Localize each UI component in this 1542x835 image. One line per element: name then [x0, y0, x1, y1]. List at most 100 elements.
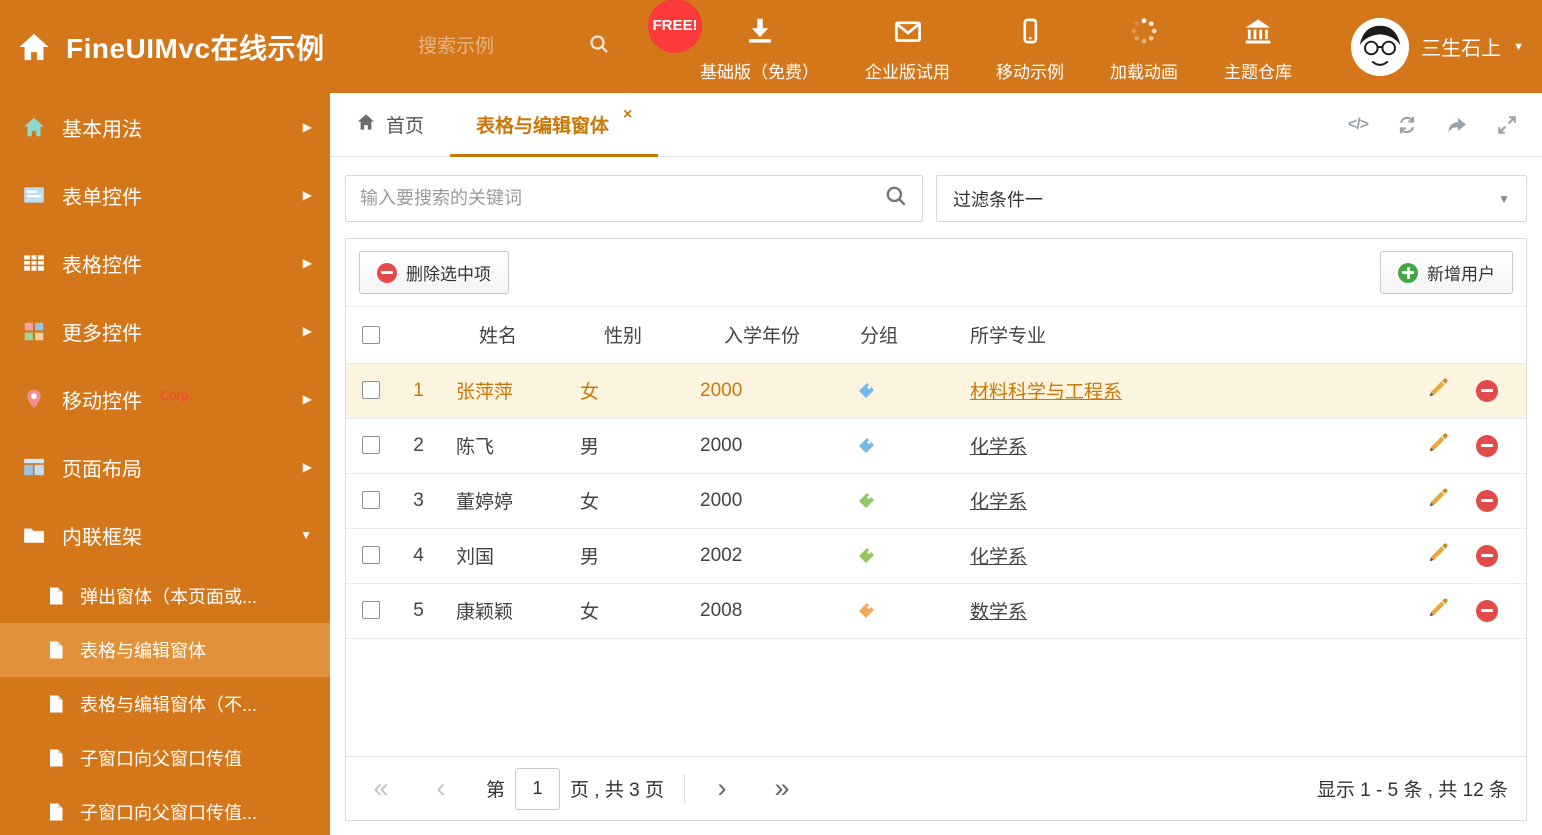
search-icon[interactable] — [884, 184, 908, 213]
select-all-checkbox[interactable] — [362, 325, 380, 344]
keyword-search — [345, 175, 923, 222]
page-icon — [46, 802, 66, 822]
header-nav: FREE! 基础版（免费） 企业版试用 移动示例 加载动画 主题仓库 — [648, 0, 1292, 83]
free-badge: FREE! — [648, 0, 702, 53]
close-icon[interactable]: × — [623, 106, 632, 124]
sidebar-item-page-layout[interactable]: 页面布局 ▶ — [0, 433, 330, 501]
chevron-right-icon: ▶ — [302, 392, 312, 406]
app-header: FineUIMvc在线示例 FREE! 基础版（免费） 企业版试用 — [0, 0, 1542, 93]
nav-item-loading-animation[interactable]: 加载动画 — [1110, 11, 1178, 83]
chevron-right-icon: ▶ — [302, 256, 312, 270]
nav-label: 企业版试用 — [865, 62, 950, 82]
nav-item-mobile-demo[interactable]: 移动示例 — [996, 11, 1064, 83]
major-link[interactable]: 材料科学与工程系 — [970, 382, 1122, 403]
sidebar-item-more-controls[interactable]: 更多控件 ▶ — [0, 297, 330, 365]
home-icon — [356, 113, 376, 137]
cell-year: 2000 — [700, 434, 743, 456]
page-number-input[interactable] — [515, 767, 561, 810]
sidebar-item-grid-controls[interactable]: 表格控件 ▶ — [0, 229, 330, 297]
delete-icon[interactable] — [1476, 434, 1498, 457]
table-row[interactable]: 2 陈飞 男 2000 化学系 — [346, 418, 1526, 473]
table-row[interactable]: 5 康颖颖 女 2008 数学系 — [346, 583, 1526, 638]
record-summary: 显示 1 - 5 条 , 共 12 条 — [1316, 780, 1508, 801]
cell-row-number: 3 — [413, 489, 424, 511]
sidebar-item-basic-usage[interactable]: 基本用法 ▶ — [0, 93, 330, 161]
row-checkbox[interactable] — [362, 381, 380, 400]
tab-grid-edit-window[interactable]: 表格与编辑窗体 × — [450, 93, 659, 157]
tab-bar: 首页 表格与编辑窗体 × </> — [330, 93, 1542, 157]
sidebar-subitem-child-to-parent-2[interactable]: 子窗口向父窗口传值... — [0, 785, 330, 835]
major-link[interactable]: 化学系 — [970, 492, 1027, 513]
tab-home[interactable]: 首页 — [330, 93, 450, 156]
delete-icon[interactable] — [1476, 489, 1498, 512]
sidebar-subitem-child-to-parent[interactable]: 子窗口向父窗口传值 — [0, 731, 330, 785]
cell-name: 陈飞 — [456, 437, 495, 458]
layout: 基本用法 ▶ 表单控件 ▶ 表格控件 ▶ 更多控件 ▶ 移动控件 Corp. ▶… — [0, 93, 1542, 835]
edit-icon[interactable] — [1427, 487, 1449, 515]
grid-body: 姓名 性别 入学年份 分组 所学专业 1 张萍萍 女 2000 材料科学与工程系… — [346, 307, 1526, 756]
delete-icon[interactable] — [1476, 379, 1498, 402]
search-icon[interactable] — [588, 33, 610, 60]
row-checkbox[interactable] — [362, 601, 380, 620]
last-page-icon[interactable]: » — [765, 775, 799, 802]
sidebar-subitem-popup-window[interactable]: 弹出窗体（本页面或... — [0, 569, 330, 623]
row-checkbox[interactable] — [362, 546, 380, 565]
main-panel: 首页 表格与编辑窗体 × </> 输入要搜索的关键词 过滤条件一 ▼ 删除选中项… — [330, 93, 1542, 835]
major-link[interactable]: 化学系 — [970, 547, 1027, 568]
tab-label: 表格与编辑窗体 — [476, 116, 610, 137]
header-search-input[interactable] — [418, 35, 588, 58]
table-row[interactable]: 4 刘国 男 2002 化学系 — [346, 528, 1526, 583]
user-name: 三生石上 — [1421, 38, 1502, 60]
first-page-icon[interactable]: « — [364, 775, 398, 802]
sidebar-item-inline-frame[interactable]: 内联框架 ▼ — [0, 501, 330, 569]
prev-page-icon[interactable]: ‹ — [424, 775, 458, 802]
user-menu[interactable]: 三生石上 ▼ — [1351, 17, 1524, 76]
delete-icon[interactable] — [1476, 544, 1498, 567]
major-link[interactable]: 数学系 — [970, 602, 1027, 623]
page-content: 过滤条件一 ▼ 删除选中项 新增用户 — [330, 157, 1542, 835]
table-row[interactable]: 3 董婷婷 女 2000 化学系 — [346, 473, 1526, 528]
filter-row: 过滤条件一 ▼ — [345, 175, 1527, 222]
major-link[interactable]: 化学系 — [970, 437, 1027, 458]
app: FineUIMvc在线示例 FREE! 基础版（免费） 企业版试用 — [0, 0, 1542, 835]
delete-icon[interactable] — [1476, 599, 1498, 622]
row-checkbox[interactable] — [362, 436, 380, 455]
row-checkbox[interactable] — [362, 491, 380, 510]
sidebar-subitem-grid-edit-window-2[interactable]: 表格与编辑窗体（不... — [0, 677, 330, 731]
nav-item-basic-edition[interactable]: FREE! 基础版（免费） — [648, 0, 819, 83]
chevron-down-icon: ▼ — [300, 528, 312, 542]
col-header-name[interactable]: 姓名 — [441, 307, 566, 363]
source-code-icon[interactable]: </> — [1348, 116, 1369, 134]
sidebar-subitem-label: 弹出窗体（本页面或... — [80, 587, 258, 607]
col-header-gender[interactable]: 性别 — [566, 307, 686, 363]
sidebar-item-form-controls[interactable]: 表单控件 ▶ — [0, 161, 330, 229]
table-row[interactable]: 1 张萍萍 女 2000 材料科学与工程系 — [346, 363, 1526, 418]
refresh-icon[interactable] — [1396, 114, 1418, 136]
add-user-button[interactable]: 新增用户 — [1380, 251, 1513, 294]
sidebar-subitem-grid-edit-window[interactable]: 表格与编辑窗体 — [0, 623, 330, 677]
col-header-year[interactable]: 入学年份 — [686, 307, 836, 363]
keyword-search-input[interactable] — [360, 188, 884, 209]
edit-icon[interactable] — [1427, 597, 1449, 625]
edit-icon[interactable] — [1427, 542, 1449, 570]
edit-icon[interactable] — [1427, 432, 1449, 460]
fullscreen-icon[interactable] — [1496, 114, 1518, 136]
next-page-icon[interactable]: › — [705, 775, 739, 802]
pin-icon — [22, 388, 46, 410]
nav-item-enterprise-trial[interactable]: 企业版试用 — [865, 11, 950, 83]
layout-icon — [22, 456, 46, 478]
edit-icon[interactable] — [1427, 377, 1449, 405]
users-table: 姓名 性别 入学年份 分组 所学专业 1 张萍萍 女 2000 材料科学与工程系… — [346, 307, 1526, 639]
delete-selected-button[interactable]: 删除选中项 — [359, 251, 509, 294]
nav-item-theme-repo[interactable]: 主题仓库 — [1224, 11, 1292, 83]
cell-gender: 女 — [580, 382, 600, 403]
sidebar-item-mobile-controls[interactable]: 移动控件 Corp. ▶ — [0, 365, 330, 433]
col-header-group[interactable]: 分组 — [836, 307, 956, 363]
cell-gender: 女 — [580, 492, 600, 513]
filter-dropdown[interactable]: 过滤条件一 ▼ — [936, 175, 1527, 222]
col-header-major[interactable]: 所学专业 — [956, 307, 1406, 363]
table-icon — [22, 252, 46, 274]
cell-row-number: 1 — [413, 379, 424, 401]
share-icon[interactable] — [1446, 115, 1468, 135]
home-icon[interactable] — [18, 32, 50, 62]
